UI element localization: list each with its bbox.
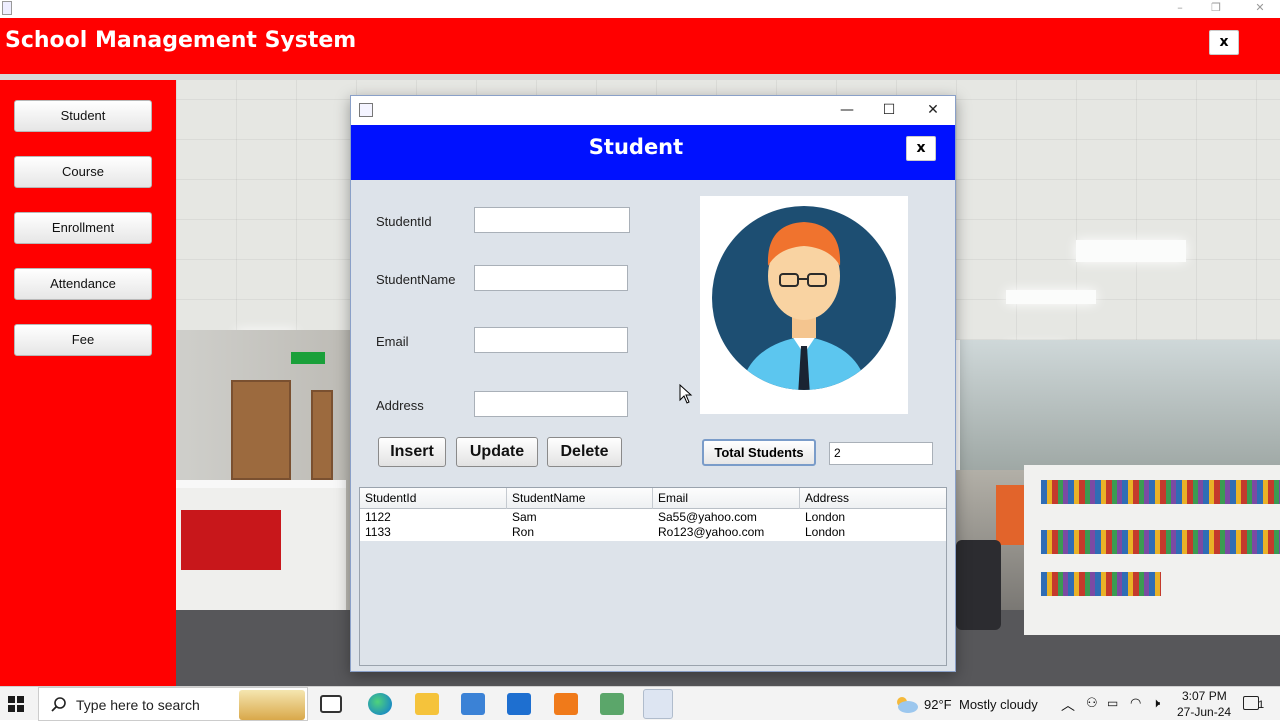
netbeans-icon[interactable] bbox=[600, 693, 624, 715]
maximize-icon[interactable]: ☐ bbox=[878, 100, 900, 120]
student-avatar bbox=[700, 196, 908, 414]
table-cell: Sa55@yahoo.com bbox=[658, 510, 757, 524]
door bbox=[231, 380, 291, 480]
address-label: Address bbox=[376, 398, 424, 413]
java-app-icon bbox=[2, 1, 12, 15]
student-window-titlebar: — ☐ ✕ bbox=[351, 96, 955, 125]
email-field[interactable] bbox=[474, 327, 628, 353]
table-row[interactable]: 1122 Sam Sa55@yahoo.com London bbox=[360, 510, 946, 525]
mail-icon[interactable] bbox=[507, 693, 531, 715]
taskbar: Type here to search 92°F Mostly cloudy ︿… bbox=[0, 686, 1280, 721]
sidebar-item-fee[interactable]: Fee bbox=[14, 324, 152, 356]
wifi-icon[interactable]: ◠ bbox=[1130, 695, 1141, 711]
email-label: Email bbox=[376, 334, 409, 349]
mouse-cursor-icon bbox=[679, 384, 693, 404]
outer-window-titlebar: – ❐ ✕ bbox=[0, 0, 1280, 18]
door bbox=[311, 390, 333, 480]
notification-icon[interactable] bbox=[1243, 696, 1259, 710]
java-app-icon bbox=[359, 103, 373, 117]
taskbar-search[interactable]: Type here to search bbox=[38, 687, 308, 721]
column-header[interactable]: Address bbox=[800, 488, 946, 509]
app-title: School Management System bbox=[5, 28, 357, 53]
update-button[interactable]: Update bbox=[456, 437, 538, 467]
exit-sign bbox=[291, 352, 325, 364]
search-placeholder: Type here to search bbox=[76, 697, 200, 713]
microsoft-store-icon[interactable] bbox=[461, 693, 485, 715]
xampp-icon[interactable] bbox=[554, 693, 578, 715]
volume-icon[interactable]: 🕨 bbox=[1152, 695, 1160, 711]
chevron-up-icon[interactable]: ︿ bbox=[1061, 695, 1075, 715]
column-header[interactable]: StudentName bbox=[507, 488, 653, 509]
delete-button[interactable]: Delete bbox=[547, 437, 622, 467]
insert-button[interactable]: Insert bbox=[378, 437, 446, 467]
student-id-field[interactable] bbox=[474, 207, 630, 233]
close-icon[interactable]: ✕ bbox=[1240, 0, 1280, 16]
close-icon[interactable]: ✕ bbox=[922, 100, 944, 120]
total-students-button[interactable]: Total Students bbox=[702, 439, 816, 466]
battery-icon[interactable]: ▭ bbox=[1107, 696, 1118, 710]
task-view-icon[interactable] bbox=[320, 695, 342, 713]
red-book-display bbox=[181, 510, 281, 570]
black-chair bbox=[956, 540, 1001, 630]
clock-time[interactable]: 3:07 PM bbox=[1182, 689, 1227, 703]
student-name-label: StudentName bbox=[376, 272, 456, 287]
weather-temp: 92°F bbox=[924, 697, 952, 712]
student-name-field[interactable] bbox=[474, 265, 628, 291]
notification-count: 1 bbox=[1258, 699, 1265, 711]
ceiling-light bbox=[1006, 290, 1096, 304]
table-header: StudentId StudentName Email Address bbox=[360, 488, 946, 509]
cloudy-weather-icon bbox=[897, 697, 918, 713]
sidebar-item-enrollment[interactable]: Enrollment bbox=[14, 212, 152, 244]
sidebar-item-attendance[interactable]: Attendance bbox=[14, 268, 152, 300]
column-header[interactable]: StudentId bbox=[360, 488, 507, 509]
search-icon bbox=[51, 697, 66, 712]
student-window: — ☐ ✕ Student x StudentId StudentName Em… bbox=[350, 95, 956, 672]
book-row bbox=[1041, 480, 1280, 504]
people-icon[interactable]: ⚇ bbox=[1086, 695, 1098, 711]
file-explorer-icon[interactable] bbox=[415, 693, 439, 715]
book-row bbox=[1041, 572, 1161, 596]
sidebar: Student Course Enrollment Attendance Fee bbox=[0, 80, 176, 686]
sidebar-item-student[interactable]: Student bbox=[14, 100, 152, 132]
weather-condition[interactable]: Mostly cloudy bbox=[959, 697, 1038, 712]
student-header: Student x bbox=[351, 125, 955, 180]
sidebar-item-course[interactable]: Course bbox=[14, 156, 152, 188]
right-windows bbox=[956, 340, 1280, 470]
table-cell: 1122 bbox=[365, 510, 391, 524]
search-highlight-image bbox=[239, 690, 305, 720]
column-header[interactable]: Email bbox=[653, 488, 800, 509]
table-cell: London bbox=[805, 510, 846, 524]
app-header: School Management System x bbox=[0, 18, 1280, 74]
edge-browser-icon[interactable] bbox=[368, 693, 392, 715]
table-row[interactable]: 1133 Ron Ro123@yahoo.com London bbox=[360, 525, 946, 540]
table-cell: London bbox=[805, 525, 846, 539]
table-cell: 1133 bbox=[365, 525, 391, 539]
table-cell: Ron bbox=[512, 525, 535, 539]
windows-start-icon[interactable] bbox=[8, 696, 24, 712]
address-field[interactable] bbox=[474, 391, 628, 417]
table-body: 1122 Sam Sa55@yahoo.com London 1133 Ron … bbox=[360, 509, 946, 541]
clock-date[interactable]: 27-Jun-24 bbox=[1177, 705, 1231, 719]
app-close-button[interactable]: x bbox=[1209, 30, 1239, 55]
minimize-icon[interactable]: — bbox=[836, 100, 858, 120]
restore-icon[interactable]: ❐ bbox=[1196, 0, 1236, 16]
student-close-button[interactable]: x bbox=[906, 136, 936, 161]
student-avatar-icon bbox=[712, 206, 896, 390]
students-table: StudentId StudentName Email Address 1122… bbox=[359, 487, 947, 666]
page-title: Student bbox=[588, 135, 684, 159]
table-cell: Ro123@yahoo.com bbox=[658, 525, 765, 539]
ceiling-light bbox=[1076, 240, 1186, 262]
java-app-taskbar-icon[interactable] bbox=[643, 689, 673, 719]
minimize-icon[interactable]: – bbox=[1160, 0, 1200, 16]
table-cell: Sam bbox=[512, 510, 537, 524]
book-row bbox=[1041, 530, 1280, 554]
student-id-label: StudentId bbox=[376, 214, 432, 229]
total-students-field[interactable]: 2 bbox=[829, 442, 933, 465]
